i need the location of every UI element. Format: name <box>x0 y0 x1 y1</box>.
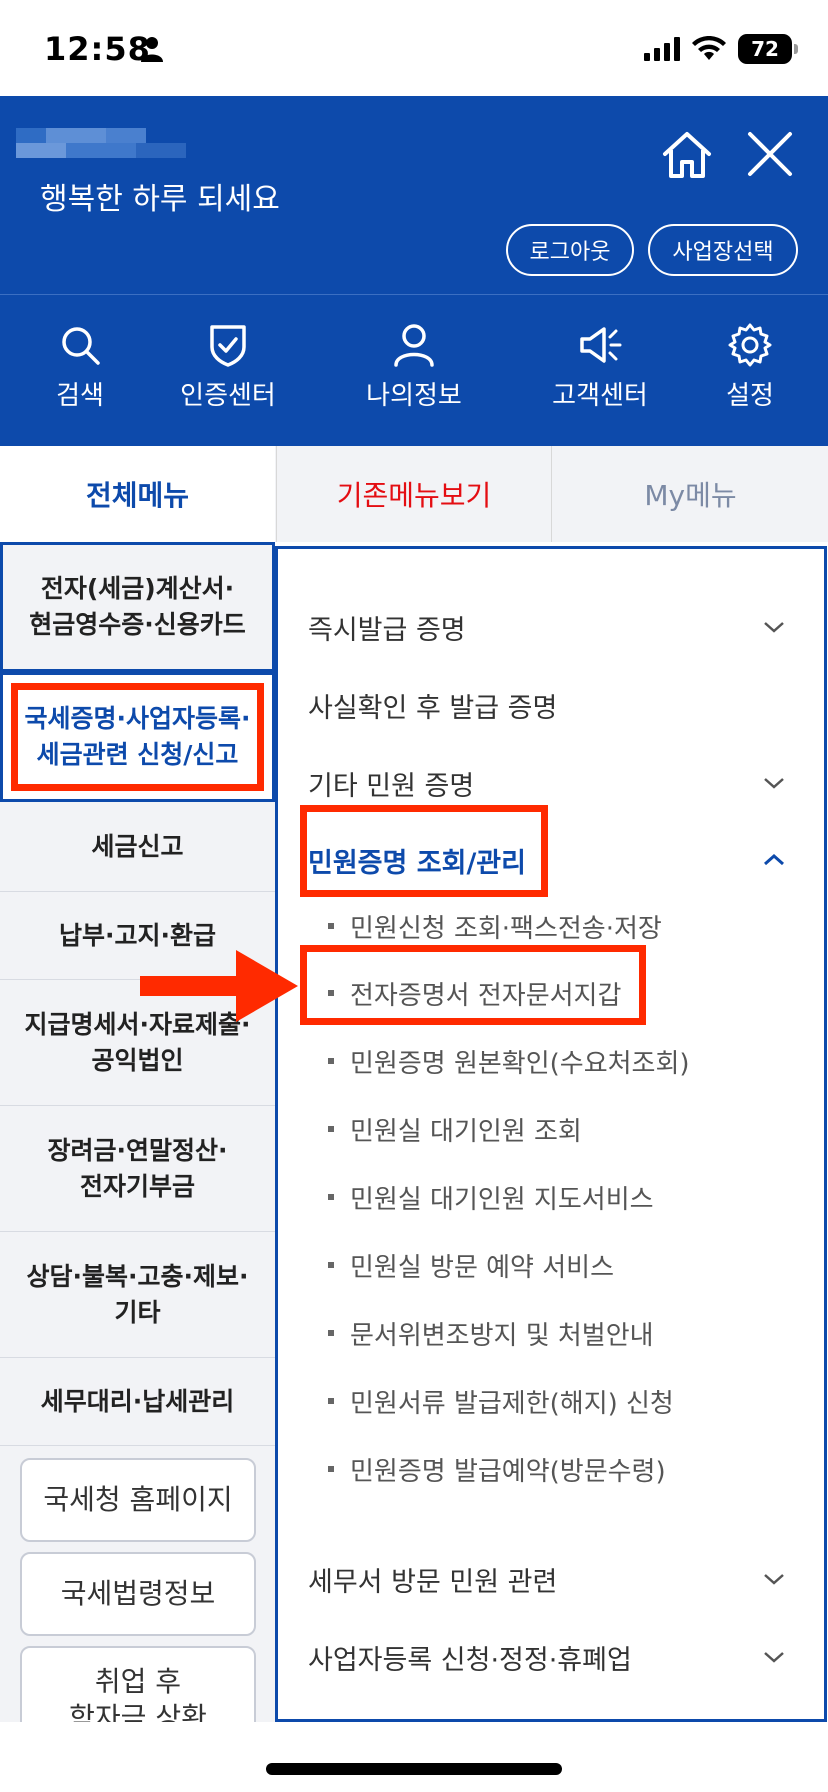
menu-label: 세무서 방문 민원 관련 <box>308 1566 558 1598</box>
business-select-button[interactable]: 사업장선택 <box>648 224 798 276</box>
status-indicators: 72 <box>644 34 798 64</box>
bullet-icon <box>328 1466 334 1472</box>
shield-check-icon <box>210 325 246 367</box>
signal-icon <box>644 37 680 61</box>
tab-my-menu[interactable]: My메뉴 <box>553 446 828 542</box>
chevron-down-icon <box>764 1574 784 1585</box>
quick-nav-search[interactable]: 검색 <box>10 323 150 412</box>
quick-nav-settings[interactable]: 설정 <box>680 323 820 412</box>
greeting-text: 행복한 하루 되세요 <box>40 182 280 217</box>
category-tax-return[interactable]: 세금신고 <box>0 802 275 892</box>
quick-nav-customer-center[interactable]: 고객센터 <box>530 323 670 412</box>
tab-old-menu[interactable]: 기존메뉴보기 <box>276 446 552 542</box>
submenu-item[interactable]: 민원증명 발급예약(방문수령) <box>328 1445 666 1493</box>
chevron-down-icon <box>764 1652 784 1663</box>
quick-nav-label: 고객센터 <box>552 381 648 411</box>
menu-fact-check-certificate[interactable]: 사실확인 후 발급 증명 <box>308 677 804 733</box>
student-loan-button[interactable]: 취업 후 학자금 상환 <box>20 1646 256 1722</box>
category-tax-certificate[interactable]: 국세증명·사업자등록· 세금관련 신청/신고 <box>0 672 275 802</box>
person-icon <box>394 324 434 367</box>
bullet-icon <box>328 1262 334 1268</box>
menu-instant-certificate[interactable]: 즉시발급 증명 <box>308 599 804 655</box>
bullet-icon <box>328 1330 334 1336</box>
category-consult[interactable]: 상담·불복·고충·제보· 기타 <box>0 1232 275 1358</box>
bullet-icon <box>328 1398 334 1404</box>
category-tax-agent[interactable]: 세무대리·납세관리 <box>0 1358 275 1446</box>
quick-nav-auth-center[interactable]: 인증센터 <box>158 323 298 412</box>
bullet-icon <box>328 1058 334 1064</box>
menu-label: 사업자등록 신청·정정·휴폐업 <box>308 1644 632 1676</box>
red-arrow-icon <box>140 950 298 1022</box>
right-submenu-panel: 즉시발급 증명 사실확인 후 발급 증명 기타 민원 증명 민원증명 조회/관리… <box>275 546 827 1722</box>
tax-law-info-button[interactable]: 국세법령정보 <box>20 1552 256 1636</box>
menu-label: 기타 민원 증명 <box>308 770 475 802</box>
home-indicator[interactable] <box>266 1763 562 1775</box>
category-e-invoice[interactable]: 전자(세금)계산서· 현금영수증·신용카드 <box>0 542 275 672</box>
person-status-icon <box>141 37 163 62</box>
bullet-icon <box>328 1126 334 1132</box>
quick-nav-label: 인증센터 <box>180 381 276 411</box>
quick-nav-my-info[interactable]: 나의정보 <box>344 323 484 412</box>
submenu-item[interactable]: 민원증명 원본확인(수요처조회) <box>328 1037 690 1085</box>
submenu-item[interactable]: 민원신청 조회·팩스전송·저장 <box>328 902 662 950</box>
category-incentive[interactable]: 장려금·연말정산· 전자기부금 <box>0 1106 275 1232</box>
close-icon[interactable] <box>744 128 796 180</box>
gear-icon <box>728 323 772 367</box>
menu-business-registration[interactable]: 사업자등록 신청·정정·휴폐업 <box>308 1629 804 1685</box>
bullet-icon <box>328 1194 334 1200</box>
logout-button[interactable]: 로그아웃 <box>506 224 634 276</box>
blurred-user-name <box>16 128 186 158</box>
submenu-item[interactable]: 민원실 대기인원 지도서비스 <box>328 1173 654 1221</box>
highlight-box-inquiry <box>300 805 548 897</box>
status-time: 12:58 <box>44 30 151 68</box>
home-icon[interactable] <box>660 128 714 182</box>
submenu-item[interactable]: 민원서류 발급제한(해지) 신청 <box>328 1377 674 1425</box>
nts-homepage-button[interactable]: 국세청 홈페이지 <box>20 1458 256 1542</box>
chevron-down-icon <box>764 622 784 633</box>
chevron-up-icon <box>764 853 784 866</box>
tab-all-menu[interactable]: 전체메뉴 <box>0 446 275 542</box>
highlight-box-e-wallet <box>300 945 646 1025</box>
menu-tax-office-visit[interactable]: 세무서 방문 민원 관련 <box>308 1551 804 1607</box>
search-icon <box>62 327 100 365</box>
header: 행복한 하루 되세요 로그아웃 사업장선택 <box>0 96 828 294</box>
menu-label: 사실확인 후 발급 증명 <box>308 692 558 724</box>
wifi-icon <box>692 36 726 60</box>
quick-nav-bar: 검색 인증센터 나의정보 고객센터 설정 <box>0 294 828 446</box>
highlight-box <box>11 683 264 791</box>
quick-nav-label: 나의정보 <box>366 381 462 411</box>
battery-icon: 72 <box>738 34 798 64</box>
bullet-icon <box>328 923 334 929</box>
chevron-down-icon <box>764 778 784 789</box>
megaphone-icon <box>580 327 622 363</box>
submenu-item[interactable]: 문서위변조방지 및 처벌안내 <box>328 1309 654 1357</box>
quick-nav-label: 검색 <box>56 381 104 411</box>
menu-label: 즉시발급 증명 <box>308 614 466 646</box>
left-category-menu: 전자(세금)계산서· 현금영수증·신용카드 국세증명·사업자등록· 세금관련 신… <box>0 542 275 1722</box>
menu-tabs: 전체메뉴 기존메뉴보기 My메뉴 <box>0 446 828 542</box>
quick-nav-label: 설정 <box>726 381 774 411</box>
status-bar: 12:58 72 <box>0 0 828 96</box>
menu-other-certificate[interactable]: 기타 민원 증명 <box>308 755 804 811</box>
submenu-item[interactable]: 민원실 방문 예약 서비스 <box>328 1241 614 1289</box>
submenu-item[interactable]: 민원실 대기인원 조회 <box>328 1105 582 1153</box>
